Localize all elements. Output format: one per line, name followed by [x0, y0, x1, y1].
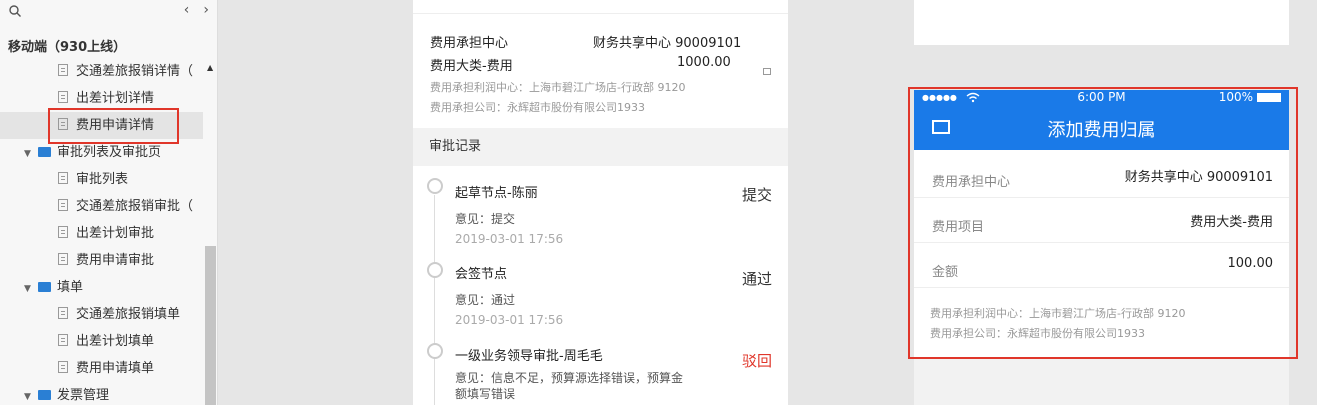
tree-item-label: 出差计划填单 — [76, 334, 155, 349]
record-opinion: 意见：提交 — [455, 212, 516, 226]
timeline-dot — [427, 262, 443, 278]
tree-item-label: 审批列表 — [76, 172, 129, 187]
expand-triangle-icon[interactable]: ▼ — [24, 384, 38, 405]
document-icon — [58, 64, 68, 76]
record-opinion-continued: 额填写错误 — [455, 387, 516, 401]
document-icon — [58, 199, 68, 211]
cost-center-value: 财务共享中心 90009101 — [593, 36, 742, 51]
expense-detail-panel: 费用承担中心 财务共享中心 90009101 费用大类-费用 1000.00 费… — [413, 0, 788, 405]
tree-item-label: 交通差旅报销填单 — [76, 307, 181, 322]
tree-item-trip-plan-approval[interactable]: 出差计划审批 — [0, 220, 203, 247]
record-time: 2019-03-01 17:56 — [455, 313, 564, 327]
tree-item-label: 费用申请填单 — [76, 361, 155, 376]
document-icon — [58, 334, 68, 346]
section-title[interactable]: 移动端（930上线） — [8, 36, 126, 55]
tree-item-label: 交通差旅报销详情（ — [76, 64, 194, 79]
record-status: 提交 — [741, 186, 772, 204]
document-icon — [58, 226, 68, 238]
tree-folder-invoice[interactable]: ▼ 发票管理 — [0, 382, 203, 405]
timeline-line — [434, 195, 435, 405]
tree-item-label: 费用申请审批 — [76, 253, 155, 268]
tree-item-travel-detail[interactable]: 交通差旅报销详情（ — [0, 58, 203, 85]
top-divider — [413, 0, 788, 14]
right-top-card — [914, 0, 1289, 45]
forward-arrow-icon[interactable]: › — [203, 2, 209, 18]
cost-center-label: 费用承担中心 — [430, 36, 509, 51]
document-icon — [58, 307, 68, 319]
sidebar: ‹ › 移动端（930上线） 交通差旅报销详情（ 出差计划详情 费用申请详情 ▼… — [0, 0, 218, 405]
selection-highlight-box — [48, 108, 179, 144]
document-icon — [58, 91, 68, 103]
timeline-dot — [427, 178, 443, 194]
search-icon[interactable] — [8, 4, 22, 18]
tree-item-expense-fill[interactable]: 费用申请填单 — [0, 355, 203, 382]
tree-item-travel-approval[interactable]: 交通差旅报销审批（ — [0, 193, 203, 220]
expand-triangle-icon[interactable]: ▼ — [24, 141, 38, 168]
document-icon — [58, 253, 68, 265]
tree-item-travel-fill[interactable]: 交通差旅报销填单 — [0, 301, 203, 328]
record-status: 通过 — [741, 270, 772, 288]
category-label: 费用大类-费用 — [430, 59, 513, 74]
scrollbar[interactable] — [205, 246, 216, 405]
document-icon — [58, 361, 68, 373]
tree-item-expense-approval[interactable]: 费用申请审批 — [0, 247, 203, 274]
expand-triangle-icon[interactable]: ▼ — [24, 276, 38, 303]
record-status-rejected: 驳回 — [741, 352, 772, 370]
tree-item-label: 审批列表及审批页 — [57, 145, 162, 160]
tree-item-label: 出差计划详情 — [76, 91, 155, 106]
tree-item-approval-list[interactable]: 审批列表 — [0, 166, 203, 193]
record-title: 会签节点 — [455, 267, 508, 282]
scroll-up-arrow-icon[interactable]: ▲ — [207, 63, 213, 72]
category-value: 1000.00 — [677, 55, 731, 70]
company-note: 费用承担公司：永辉超市股份有限公司1933 — [430, 101, 645, 114]
tree-item-trip-plan-fill[interactable]: 出差计划填单 — [0, 328, 203, 355]
tree-item-label: 填单 — [57, 280, 84, 295]
tree-item-label: 出差计划审批 — [76, 226, 155, 241]
sidebar-toolbar: ‹ › — [0, 0, 217, 24]
record-title: 起草节点-陈丽 — [455, 186, 538, 201]
profit-center-note: 费用承担利润中心：上海市碧江广场店-行政部 9120 — [430, 81, 686, 94]
document-icon — [58, 172, 68, 184]
record-title: 一级业务领导审批-周毛毛 — [455, 349, 603, 364]
timeline-dot — [427, 343, 443, 359]
folder-icon — [38, 390, 51, 400]
phone-highlight-box — [908, 87, 1298, 359]
expand-icon[interactable] — [763, 68, 771, 75]
record-time: 2019-03-01 17:56 — [455, 232, 564, 246]
tree-item-label: 发票管理 — [57, 388, 110, 403]
tree-item-label: 交通差旅报销审批（ — [76, 199, 194, 214]
tree-folder-fill-form[interactable]: ▼ 填单 — [0, 274, 203, 301]
record-opinion: 意见：信息不足，预算源选择错误，预算金 — [455, 371, 684, 385]
folder-icon — [38, 282, 51, 292]
back-arrow-icon[interactable]: ‹ — [184, 2, 190, 18]
record-opinion: 意见：通过 — [455, 293, 516, 307]
folder-icon — [38, 147, 51, 157]
records-header: 审批记录 — [413, 128, 788, 166]
